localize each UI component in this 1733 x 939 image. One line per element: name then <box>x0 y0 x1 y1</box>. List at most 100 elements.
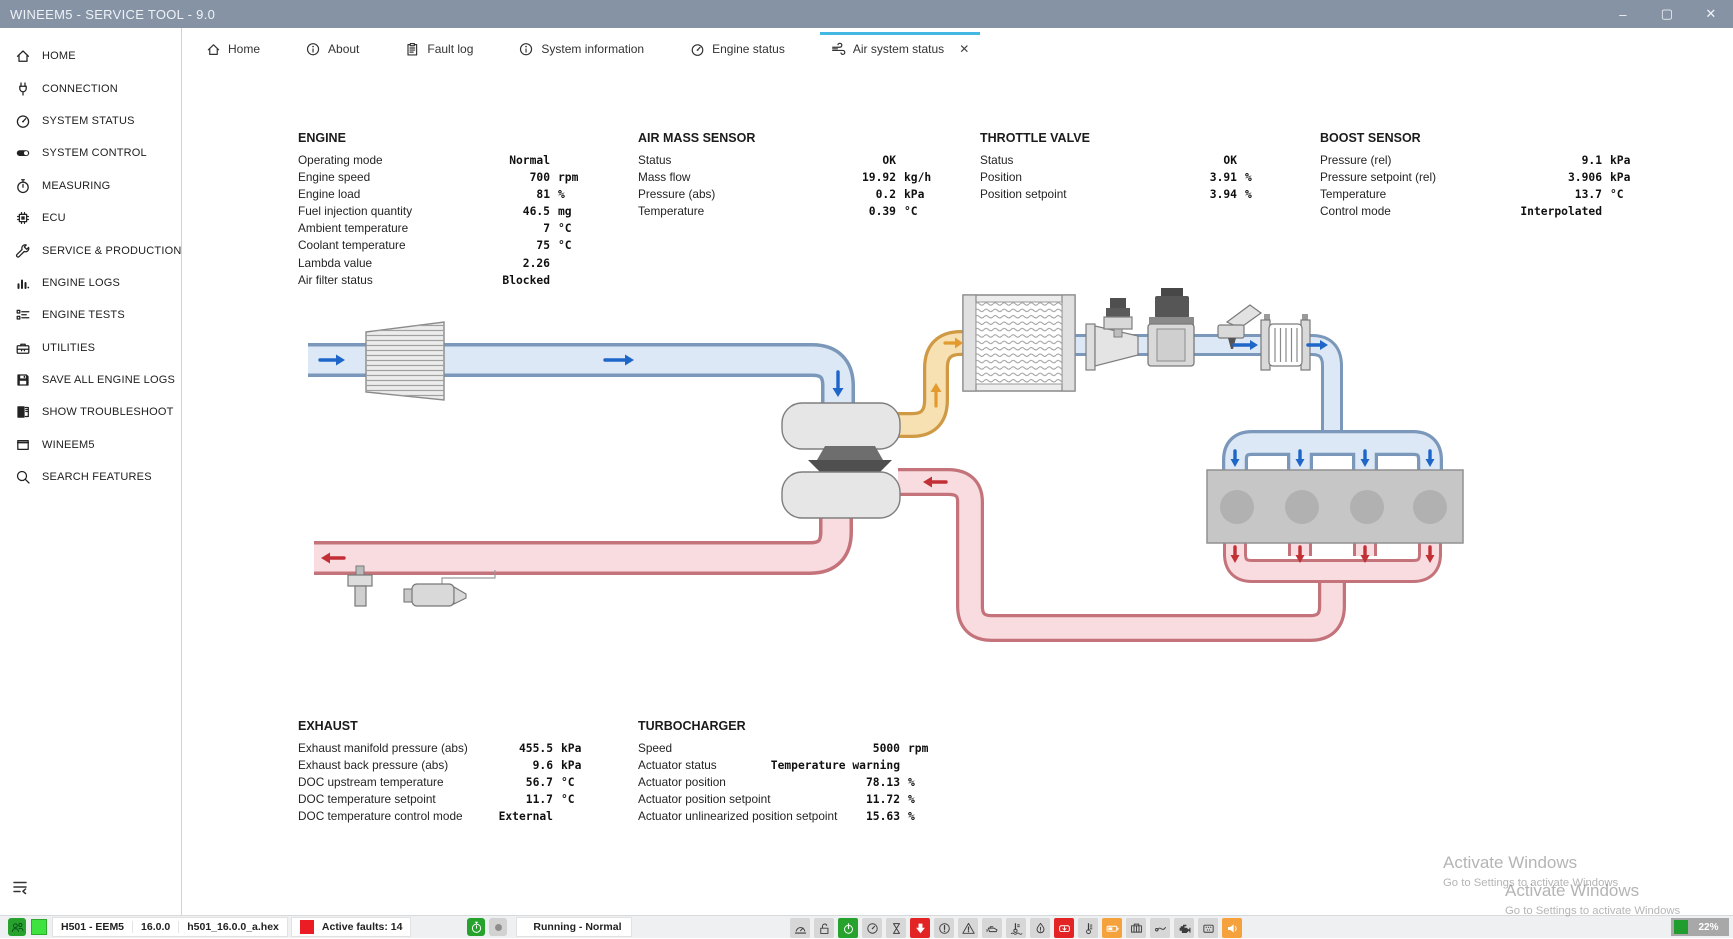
row-value: 56.7 <box>444 774 553 791</box>
panel-row: Engine speed 700 rpm <box>298 169 598 186</box>
maximize-button[interactable]: ▢ <box>1645 0 1689 28</box>
row-unit: % <box>1245 169 1285 186</box>
stopwatch-button[interactable] <box>467 918 485 936</box>
close-tab-icon[interactable]: ✕ <box>959 42 969 56</box>
panel-row: Operating mode Normal <box>298 152 598 169</box>
row-label: Ambient temperature <box>298 220 408 237</box>
sidebar-item-label: SERVICE & PRODUCTION <box>42 245 182 257</box>
row-label: Engine load <box>298 186 360 203</box>
speaker-icon[interactable] <box>1222 918 1242 938</box>
sidebar-item-service-production[interactable]: SERVICE & PRODUCTION <box>0 234 181 266</box>
engine-state-box: Running - Normal <box>516 917 631 937</box>
arrow-down-icon <box>910 918 930 938</box>
window-icon <box>15 437 31 453</box>
panel-row: DOC temperature setpoint 11.7 °C <box>298 791 601 808</box>
panel-title: TURBOCHARGER <box>638 719 948 733</box>
sidebar-item-label: SYSTEM CONTROL <box>42 147 147 159</box>
sidebar-item-ecu[interactable]: ECU <box>0 202 181 234</box>
thermometer-icon <box>1078 918 1098 938</box>
row-label: Lambda value <box>298 255 372 272</box>
tab-air-system-status[interactable]: Air system status ✕ <box>820 32 980 63</box>
row-value: Normal <box>383 152 550 169</box>
row-label: Status <box>638 152 671 169</box>
panel-row: Temperature 13.7 °C <box>1320 186 1650 203</box>
row-value: 3.906 <box>1436 169 1602 186</box>
panel-throttle-valve: THROTTLE VALVE Status OK Position 3.91 %… <box>980 131 1285 203</box>
sidebar: HOME CONNECTION SYSTEM STATUS SYSTEM CON… <box>0 28 182 916</box>
sidebar-item-show-troubleshoot[interactable]: SHOW TROUBLESHOOT <box>0 396 181 428</box>
air-icon <box>831 42 846 57</box>
active-faults-label: Active faults: 14 <box>322 921 403 933</box>
charge-pipe <box>888 343 974 425</box>
row-label: DOC temperature setpoint <box>298 791 436 808</box>
tab-system-information[interactable]: System information <box>508 32 655 63</box>
panel-title: EXHAUST <box>298 719 601 733</box>
save-icon <box>15 372 31 388</box>
tab-about[interactable]: About <box>295 32 370 63</box>
sidebar-item-save-all-engine-logs[interactable]: SAVE ALL ENGINE LOGS <box>0 364 181 396</box>
glow-plug-icon <box>1150 918 1170 938</box>
panel-row: Actuator position 78.13 % <box>638 774 948 791</box>
row-unit: % <box>558 186 598 203</box>
record-indicator-button[interactable] <box>489 918 507 936</box>
panel-turbocharger: TURBOCHARGER Speed 5000 rpm Actuator sta… <box>638 719 948 825</box>
sidebar-item-engine-logs[interactable]: ENGINE LOGS <box>0 267 181 299</box>
sidebar-item-home[interactable]: HOME <box>0 40 181 72</box>
tab-fault-log[interactable]: Fault log <box>394 32 484 63</box>
home-icon <box>206 42 221 57</box>
sidebar-item-connection[interactable]: CONNECTION <box>0 72 181 104</box>
sidebar-item-label: SYSTEM STATUS <box>42 115 135 127</box>
sidebar-item-utilities[interactable]: UTILITIES <box>0 332 181 364</box>
tab-label: Home <box>228 42 260 56</box>
close-button[interactable]: ✕ <box>1689 0 1733 28</box>
particulate-filter-icon <box>1198 918 1218 938</box>
coolant-temperature-icon <box>1006 918 1026 938</box>
fault-log-icon <box>405 42 420 57</box>
row-value: Temperature warning <box>717 757 900 774</box>
minimize-button[interactable]: – <box>1601 0 1645 28</box>
sidebar-item-engine-tests[interactable]: ENGINE TESTS <box>0 299 181 331</box>
checklist-icon <box>15 307 31 323</box>
info-icon <box>306 42 321 57</box>
row-label: Engine speed <box>298 169 370 186</box>
panel-row: Coolant temperature 75 °C <box>298 237 598 254</box>
row-value: 75 <box>406 237 550 254</box>
row-value: 3.94 <box>1067 186 1237 203</box>
sidebar-item-wineem5[interactable]: WINEEM5 <box>0 429 181 461</box>
panel-row: Actuator unlinearized position setpoint … <box>638 808 948 825</box>
sidebar-item-search-features[interactable]: SEARCH FEATURES <box>0 461 181 493</box>
row-label: DOC upstream temperature <box>298 774 444 791</box>
engine-icon <box>1174 918 1194 938</box>
row-label: Pressure (abs) <box>638 186 715 203</box>
sidebar-item-system-control[interactable]: SYSTEM CONTROL <box>0 137 181 169</box>
row-value: 11.72 <box>770 791 900 808</box>
tab-label: System information <box>541 42 644 56</box>
row-label: Temperature <box>1320 186 1386 203</box>
search-icon <box>15 469 31 485</box>
row-label: Actuator unlinearized position setpoint <box>638 808 837 825</box>
panel-row: Exhaust back pressure (abs) 9.6 kPa <box>298 757 601 774</box>
row-value: 3.91 <box>1022 169 1237 186</box>
battery-charge-icon <box>1102 918 1122 938</box>
panel-title: ENGINE <box>298 131 598 145</box>
sidebar-item-label: SHOW TROUBLESHOOT <box>42 406 174 418</box>
air-filter <box>366 322 444 400</box>
panel-row: Fuel injection quantity 46.5 mg <box>298 203 598 220</box>
chip-icon <box>15 210 31 226</box>
row-unit: kg/h <box>904 169 944 186</box>
sidebar-item-system-status[interactable]: SYSTEM STATUS <box>0 105 181 137</box>
panel-row: Actuator position setpoint 11.72 % <box>638 791 948 808</box>
row-label: Position <box>980 169 1022 186</box>
row-label: Exhaust back pressure (abs) <box>298 757 448 774</box>
tab-home[interactable]: Home <box>195 32 271 63</box>
row-value: 81 <box>360 186 550 203</box>
sidebar-item-measuring[interactable]: MEASURING <box>0 170 181 202</box>
tab-engine-status[interactable]: Engine status <box>679 32 796 63</box>
panel-row: Position 3.91 % <box>980 169 1285 186</box>
row-label: Fuel injection quantity <box>298 203 412 220</box>
panel-title: THROTTLE VALVE <box>980 131 1285 145</box>
activate-windows-watermark: Activate Windows Go to Settings to activ… <box>1443 853 1618 889</box>
row-label: Coolant temperature <box>298 237 406 254</box>
intercooler <box>963 295 1075 391</box>
collapse-sidebar-icon[interactable] <box>11 878 29 896</box>
